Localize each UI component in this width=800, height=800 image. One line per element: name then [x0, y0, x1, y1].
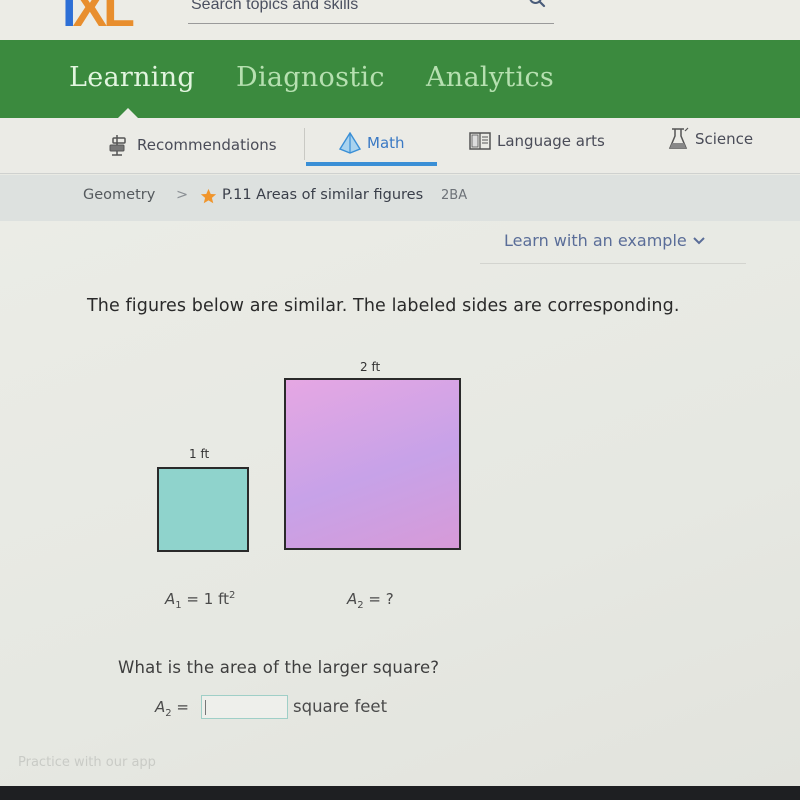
- subject-tab-label: Science: [695, 130, 754, 148]
- search-input[interactable]: Search topics and skills: [191, 0, 358, 14]
- breadcrumb-separator: >: [176, 187, 189, 203]
- breadcrumb-skill: P.11 Areas of similar figures: [222, 187, 424, 203]
- subject-tab-math[interactable]: Math: [338, 130, 405, 156]
- breadcrumb-geometry[interactable]: Geometry: [83, 187, 155, 203]
- large-square: [284, 378, 461, 550]
- subject-tab-label: Math: [367, 134, 405, 152]
- subject-tab-science[interactable]: Science: [668, 126, 753, 152]
- large-square-area-label: A2 = ?: [347, 590, 394, 611]
- learn-with-example-link[interactable]: Learn with an example: [504, 231, 705, 250]
- answer-unit: square feet: [293, 697, 388, 716]
- large-square-side-label: 2 ft: [360, 360, 381, 374]
- problem-statement: The figures below are similar. The label…: [87, 296, 680, 316]
- book-icon: [469, 132, 491, 150]
- small-square-side-label: 1 ft: [189, 447, 210, 461]
- tab-learning[interactable]: Learning: [69, 62, 195, 93]
- practice-app-link[interactable]: Practice with our app: [18, 755, 156, 770]
- chevron-down-icon: [693, 236, 705, 244]
- ixl-logo[interactable]: IXL: [62, 0, 135, 35]
- divider: [480, 263, 746, 264]
- question-text: What is the area of the larger square?: [118, 658, 440, 677]
- flask-icon: [668, 127, 689, 149]
- search-bar[interactable]: Search topics and skills: [188, 0, 554, 24]
- tab-analytics[interactable]: Analytics: [426, 62, 554, 93]
- subject-tab-label: Language arts: [497, 132, 605, 150]
- active-subject-underline: [306, 162, 437, 166]
- answer-label: A2 =: [155, 698, 189, 719]
- small-square: [157, 467, 249, 552]
- learn-example-label: Learn with an example: [504, 231, 687, 250]
- subject-tab-language-arts[interactable]: Language arts: [468, 128, 605, 154]
- answer-input[interactable]: [201, 695, 288, 719]
- breadcrumb: Geometry > P.11 Areas of similar figures…: [0, 175, 800, 221]
- tab-diagnostic[interactable]: Diagnostic: [236, 62, 385, 93]
- star-icon: [200, 188, 217, 204]
- pyramid-icon: [338, 132, 362, 154]
- text-caret: [205, 700, 206, 715]
- main-nav: Learning Diagnostic Analytics: [0, 40, 800, 118]
- small-square-area-label: A1 = 1 ft2: [165, 590, 236, 611]
- subject-tab-label: Recommendations: [137, 136, 277, 154]
- subject-tab-recommendations[interactable]: Recommendations: [108, 132, 277, 158]
- top-header: IXL Search topics and skills: [0, 0, 800, 40]
- skill-code: 2BA: [441, 188, 468, 203]
- subject-divider: [304, 128, 305, 160]
- signpost-icon: [109, 135, 126, 156]
- screen-bezel: [0, 786, 800, 800]
- search-icon[interactable]: [528, 0, 546, 8]
- active-tab-pointer: [118, 108, 138, 118]
- ixl-page: IXL Search topics and skills Learning Di…: [0, 0, 800, 800]
